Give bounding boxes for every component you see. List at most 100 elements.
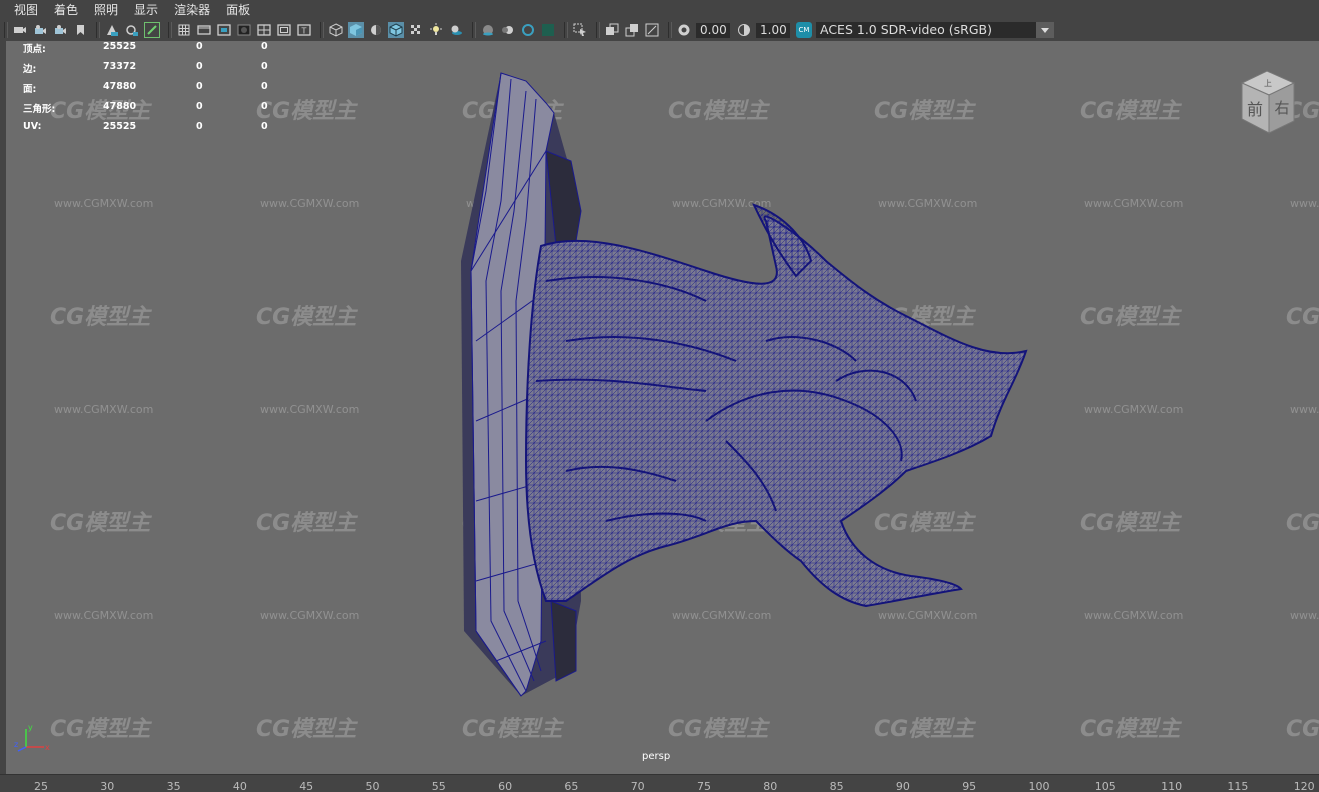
axis-y-label: y	[28, 723, 33, 732]
field-chart-icon[interactable]	[256, 22, 272, 38]
toolbar-separator	[668, 22, 672, 38]
hud-value: 0	[261, 101, 268, 112]
isolate-select-icon[interactable]	[572, 22, 588, 38]
ruler-tick-label: 75	[697, 780, 711, 792]
ruler-tick-label: 85	[829, 780, 844, 792]
viewcube-top-label[interactable]: 上	[1264, 79, 1272, 88]
head-mesh	[524, 203, 1028, 608]
ruler-tick-label: 70	[630, 780, 645, 792]
hud-label: UV:	[23, 121, 42, 132]
hud-value: 0	[261, 41, 268, 52]
depth-of-field-icon[interactable]	[540, 22, 556, 38]
safe-action-icon[interactable]	[276, 22, 292, 38]
camera-attributes-icon[interactable]	[32, 22, 48, 38]
toolbar-separator	[320, 22, 324, 38]
hud-value: 0	[196, 101, 203, 112]
chevron-down-icon[interactable]	[1036, 22, 1054, 38]
grease-pencil-icon[interactable]	[144, 22, 160, 38]
view-transform-label: ACES 1.0 SDR-video (sRGB)	[820, 22, 992, 37]
color-management-icon[interactable]: CM	[796, 22, 812, 38]
camera-name-label: persp	[642, 751, 671, 762]
image-plane-icon[interactable]	[104, 22, 120, 38]
ruler-tick-label: 50	[365, 780, 380, 792]
menu-item[interactable]: 照明	[94, 1, 118, 18]
shadows-icon[interactable]	[448, 22, 464, 38]
svg-text:T: T	[301, 27, 307, 36]
hud-label: 顶点:	[23, 44, 46, 55]
menu-item[interactable]: 渲染器	[174, 1, 210, 18]
motion-blur-icon[interactable]	[500, 22, 516, 38]
viewcube-right-label[interactable]: 右	[1274, 99, 1289, 117]
viewcube-front-label[interactable]: 前	[1247, 100, 1263, 119]
hud-value: 25525	[103, 41, 137, 52]
ruler-tick-label: 95	[962, 780, 977, 792]
panel-menu-bar: 视图 着色 照明 显示 渲染器 面板	[0, 0, 1319, 19]
film-gate-icon[interactable]	[196, 22, 212, 38]
toolbar-separator	[564, 22, 568, 38]
hud-value: 47880	[103, 101, 137, 112]
ruler-tick-label: 100	[1028, 780, 1050, 792]
stats-hud: 顶点: 25525 0 0 边: 73372 0 0 面: 47880 0 0 …	[6, 41, 306, 141]
safe-title-icon[interactable]: T	[296, 22, 312, 38]
select-camera-icon[interactable]	[12, 22, 28, 38]
ruler-tick-label: 80	[763, 780, 778, 792]
grid-icon[interactable]	[176, 22, 192, 38]
exposure-icon[interactable]	[676, 22, 692, 38]
screen-space-ao-icon[interactable]	[480, 22, 496, 38]
anti-aliasing-icon[interactable]	[520, 22, 536, 38]
hud-value: 0	[196, 61, 203, 72]
hud-value: 25525	[103, 121, 137, 132]
axis-z-label: z	[14, 740, 18, 749]
smooth-shade-icon[interactable]	[348, 22, 364, 38]
hud-value: 0	[196, 121, 203, 132]
wireframe-icon[interactable]	[328, 22, 344, 38]
toolbar-separator	[596, 22, 600, 38]
hud-value: 0	[196, 41, 203, 52]
ruler-tick-label: 115	[1227, 780, 1249, 792]
view-transform-dropdown[interactable]: ACES 1.0 SDR-video (sRGB)	[816, 22, 1054, 38]
resolution-gate-icon[interactable]	[216, 22, 232, 38]
menu-item[interactable]: 着色	[54, 1, 78, 18]
menu-item[interactable]: 面板	[226, 1, 250, 18]
creature-mesh[interactable]	[6, 41, 1319, 774]
bookmarks-icon[interactable]	[52, 22, 68, 38]
persp-viewport[interactable]: CG模型主CG模型主CG模型主CG模型主CG模型主CG模型主CG模型主CG模型主…	[6, 41, 1319, 774]
textured-icon[interactable]	[408, 22, 424, 38]
hud-value: 0	[196, 81, 203, 92]
gate-mask-icon[interactable]	[236, 22, 252, 38]
ruler-tick-label: 105	[1094, 780, 1116, 792]
toolbar-separator	[472, 22, 476, 38]
view-cube[interactable]: 上 前 右	[1234, 69, 1300, 135]
ruler-tick-label: 60	[498, 780, 513, 792]
axis-gizmo: x y z	[14, 723, 50, 752]
ruler-tick-label: 40	[232, 780, 247, 792]
menu-item[interactable]: 显示	[134, 1, 158, 18]
xray-icon[interactable]	[604, 22, 620, 38]
toolbar-separator	[4, 22, 8, 38]
hud-value: 0	[261, 121, 268, 132]
hud-label: 边:	[23, 64, 37, 75]
wireframe-on-shaded-icon[interactable]	[388, 22, 404, 38]
xray-active-components-icon[interactable]	[644, 22, 660, 38]
use-all-lights-icon[interactable]	[428, 22, 444, 38]
panel-toolbar: T 0.00 1.00 CM ACES 1.0 SDR-video (sRGB)	[0, 19, 1319, 41]
gamma-input[interactable]: 1.00	[756, 22, 790, 38]
ruler-tick-label: 45	[299, 780, 314, 792]
menu-item[interactable]: 视图	[14, 1, 38, 18]
gamma-icon[interactable]	[736, 22, 752, 38]
hud-value: 47880	[103, 81, 137, 92]
hud-value: 0	[261, 81, 268, 92]
xray-joints-icon[interactable]	[624, 22, 640, 38]
ruler-tick-label: 120	[1293, 780, 1315, 792]
bookmark-flag-icon[interactable]	[72, 22, 88, 38]
two-d-pan-zoom-icon[interactable]	[124, 22, 140, 38]
toolbar-separator	[96, 22, 100, 38]
ruler-tick-label: 30	[100, 780, 115, 792]
ruler-tick-label: 110	[1161, 780, 1183, 792]
timeline-ruler[interactable]: 25 30 35 40 45 50 55 60 65 70 75 80 85 90 95 100 105 110 1…	[0, 774, 1319, 792]
hud-value: 0	[261, 61, 268, 72]
ruler-tick-label: 55	[431, 780, 446, 792]
exposure-input[interactable]: 0.00	[696, 22, 730, 38]
default-material-icon[interactable]	[368, 22, 384, 38]
ruler-tick-label: 35	[166, 780, 181, 792]
